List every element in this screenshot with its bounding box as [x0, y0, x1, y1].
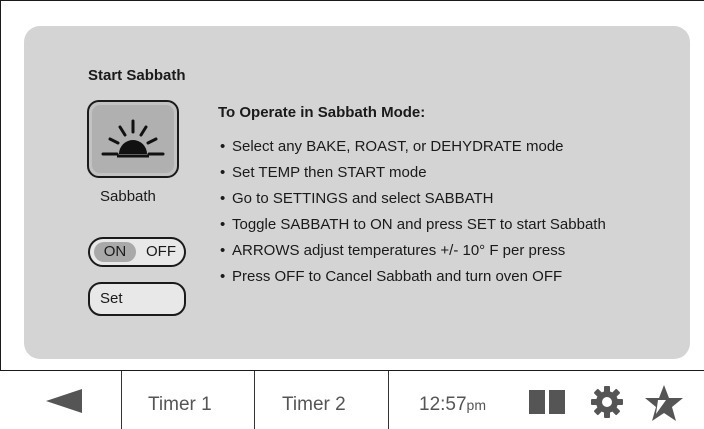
list-item: • ARROWS adjust temperatures +/- 10° F pe… — [220, 242, 566, 259]
nav-divider — [388, 371, 389, 429]
sabbath-button[interactable] — [87, 100, 179, 178]
split-view-icon[interactable] — [528, 389, 568, 415]
instructions-list: • Select any BAKE, ROAST, or DEHYDRATE mo… — [220, 136, 606, 292]
list-item: • Set TEMP then START mode — [220, 164, 427, 181]
nav-divider — [254, 371, 255, 429]
timer-2-button[interactable]: Timer 2 — [282, 394, 346, 416]
start-sabbath-title: Start Sabbath — [88, 67, 186, 84]
clock-time: 12:57 — [419, 394, 467, 415]
gear-icon[interactable] — [590, 385, 624, 419]
timer-1-button[interactable]: Timer 1 — [148, 394, 212, 416]
sabbath-on-off-toggle[interactable]: ON OFF — [88, 237, 186, 267]
toggle-on-option[interactable]: ON — [94, 242, 136, 262]
list-item: • Go to SETTINGS and select SABBATH — [220, 190, 494, 207]
clock-display: 12:57pm — [419, 394, 486, 416]
set-button[interactable]: Set — [88, 282, 186, 316]
list-item: • Press OFF to Cancel Sabbath and turn ov… — [220, 268, 563, 285]
list-item: • Select any BAKE, ROAST, or DEHYDRATE mo… — [220, 138, 564, 155]
list-item: • Toggle SABBATH to ON and press SET to s… — [220, 216, 606, 233]
clock-ampm: pm — [466, 397, 486, 413]
toggle-off-option[interactable]: OFF — [140, 242, 182, 262]
sunrise-icon — [101, 119, 165, 158]
back-arrow-icon[interactable] — [44, 388, 84, 414]
nav-divider — [121, 371, 122, 429]
instructions-title: To Operate in Sabbath Mode: — [218, 104, 426, 121]
star-icon[interactable] — [644, 384, 684, 422]
sabbath-button-label: Sabbath — [100, 188, 156, 205]
